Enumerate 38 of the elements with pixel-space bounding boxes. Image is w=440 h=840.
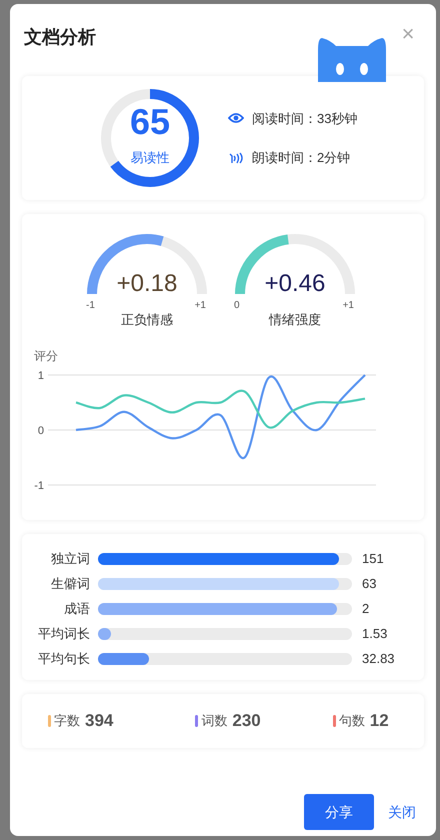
metric-value: 63 xyxy=(362,575,376,594)
metric-label: 生僻词 xyxy=(50,575,90,594)
count-value: 230 xyxy=(232,710,261,732)
gauge-label: 正负情感 xyxy=(120,311,174,329)
dialog-title: 文档分析 xyxy=(24,26,96,49)
gauge-label: 情绪强度 xyxy=(268,311,322,329)
reading-time-text: 朗读时间：2分钟 xyxy=(252,149,350,167)
metric-value: 151 xyxy=(362,550,384,568)
close-link[interactable]: 关闭 xyxy=(388,802,416,822)
gauge-min-label: -1 xyxy=(86,299,95,313)
reading-time-text: 阅读时间：33秒钟 xyxy=(252,110,358,128)
gauge-value: +0.18 xyxy=(116,269,178,299)
metric-label: 平均句长 xyxy=(37,650,90,668)
y-axis-title: 评分 xyxy=(34,349,58,363)
count-label: 字数 xyxy=(54,712,80,730)
y-tick-label: -1 xyxy=(34,480,44,492)
gauge-max-label: +1 xyxy=(342,299,354,313)
metric-label: 独立词 xyxy=(50,550,90,568)
cat-mascot-drawing xyxy=(316,36,388,82)
sound-wave-icon xyxy=(228,152,244,164)
eye-icon xyxy=(228,112,244,124)
count-label: 词数 xyxy=(201,712,228,730)
readability-score: 65 xyxy=(130,102,170,142)
gauge-min-label: 0 xyxy=(234,299,240,313)
gauge-max-label: +1 xyxy=(194,299,206,313)
metric-value: 1.53 xyxy=(362,625,388,644)
count-value: 12 xyxy=(370,710,389,732)
gauge-value: +0.46 xyxy=(264,269,326,299)
readability-label: 易读性 xyxy=(130,149,170,168)
metric-label: 成语 xyxy=(63,600,90,618)
y-tick-label: 0 xyxy=(38,425,44,437)
metric-label: 平均词长 xyxy=(37,625,90,644)
count-label: 句数 xyxy=(338,712,365,730)
metric-value: 2 xyxy=(362,600,370,618)
y-tick-label: 1 xyxy=(38,370,44,382)
count-value: 394 xyxy=(85,710,114,732)
share-button[interactable]: 分享 xyxy=(304,794,374,830)
metric-value: 32.83 xyxy=(362,650,395,668)
